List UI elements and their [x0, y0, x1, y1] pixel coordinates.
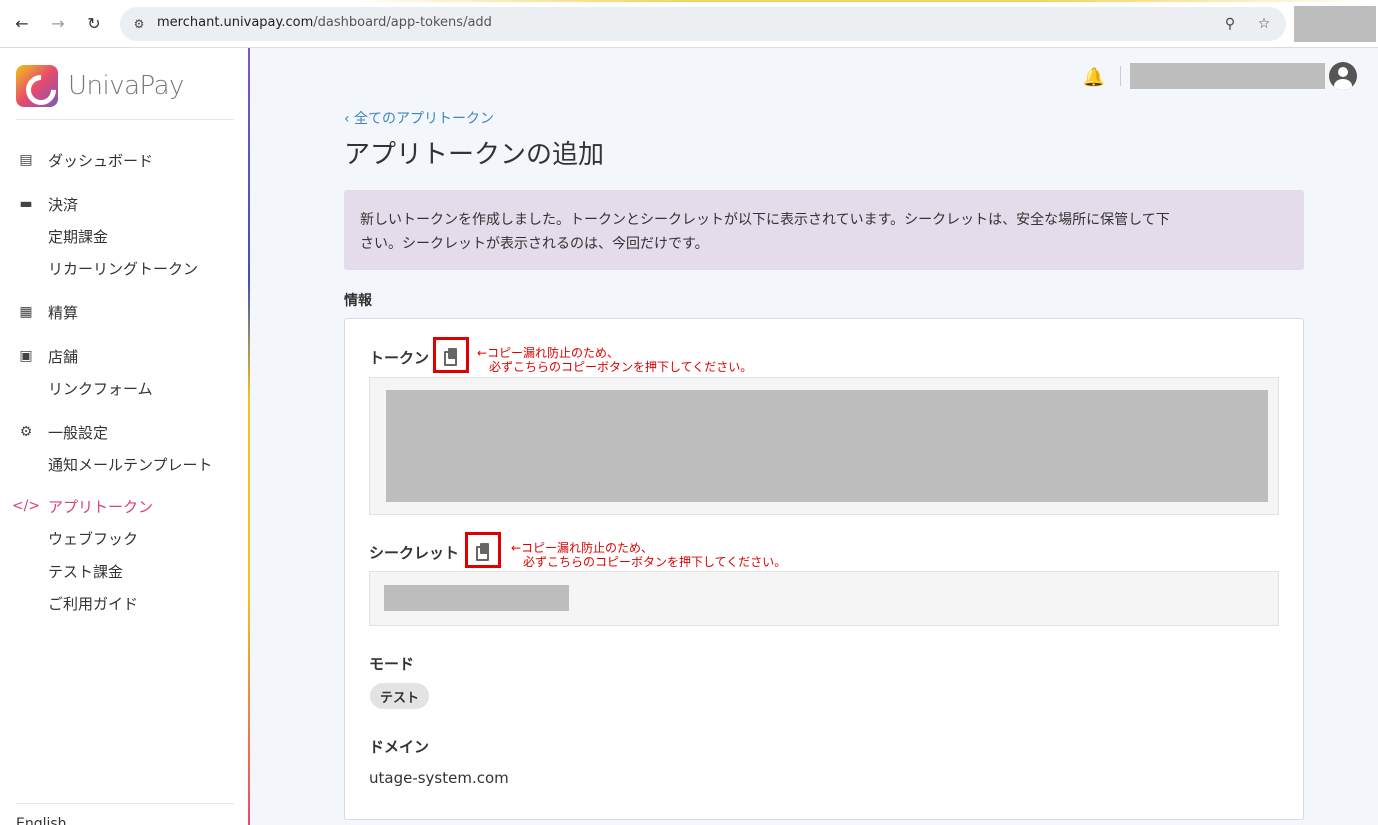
header-divider: [1120, 66, 1121, 86]
sidebar-subitem-usage-guide[interactable]: ご利用ガイド: [48, 591, 138, 615]
key-icon[interactable]: ⚲: [1220, 14, 1240, 34]
notice-line-1: 新しいトークンを作成しました。トークンとシークレットが以下に表示されています。シ…: [360, 212, 1170, 228]
annotation-line-1: ←コピー漏れ防止のため、: [477, 346, 620, 360]
sidebar-item-label: アプリトークン: [48, 497, 154, 516]
sidebar-subitem-email-templates[interactable]: 通知メールテンプレート: [48, 452, 213, 476]
secret-label: シークレット: [369, 544, 460, 562]
sidebar-divider-bottom: [16, 803, 234, 804]
token-copy-button[interactable]: [433, 337, 469, 373]
domain-label: ドメイン: [369, 738, 430, 756]
url-text[interactable]: merchant.univapay.com/dashboard/app-toke…: [157, 15, 492, 30]
sidebar-item-dashboard[interactable]: ▤ ダッシュボード: [16, 148, 153, 172]
sidebar-subitem-webhooks[interactable]: ウェブフック: [48, 526, 138, 550]
code-icon: </>: [11, 498, 41, 514]
back-arrow-icon[interactable]: ←: [11, 12, 33, 34]
success-notice: 新しいトークンを作成しました。トークンとシークレットが以下に表示されています。シ…: [344, 190, 1304, 270]
sidebar-item-label: 精算: [48, 303, 79, 322]
annotation-line-2: 必ずこちらのコピーボタンを押下してください。: [523, 555, 787, 569]
sidebar-subitem-link-form[interactable]: リンクフォーム: [48, 376, 153, 400]
brand-name: UnivaPay: [68, 71, 184, 101]
browser-toolbar: ← → ↻ ⚙ merchant.univapay.com/dashboard/…: [0, 0, 1378, 48]
star-icon[interactable]: ☆: [1254, 14, 1274, 34]
sidebar-gradient-edge: [248, 48, 250, 825]
sidebar: UnivaPay ▤ ダッシュボード ▬ 決済 定期課金 リカーリングトークン …: [0, 48, 250, 825]
token-value-redacted: [386, 390, 1268, 502]
address-bar[interactable]: ⚙ merchant.univapay.com/dashboard/app-to…: [120, 7, 1286, 41]
univapay-logo-icon: [16, 65, 58, 107]
annotation-line-2: 必ずこちらのコピーボタンを押下してください。: [489, 360, 753, 374]
url-path: /dashboard/app-tokens/add: [313, 15, 492, 30]
notice-line-2: さい。シークレットが表示されるのは、今回だけです。: [360, 236, 709, 252]
site-settings-icon[interactable]: ⚙: [130, 15, 148, 33]
sidebar-item-label: 一般設定: [48, 423, 109, 442]
reload-icon[interactable]: ↻: [83, 12, 105, 34]
brand-logo[interactable]: UnivaPay: [16, 65, 184, 107]
credit-card-icon: ▬: [19, 196, 33, 212]
gear-icon: ⚙: [19, 424, 33, 440]
sidebar-item-settlement[interactable]: ▦ 精算: [16, 300, 78, 324]
token-label: トークン: [369, 349, 430, 367]
url-host: merchant.univapay.com: [157, 15, 314, 30]
secret-value-redacted: [384, 585, 569, 611]
secret-copy-annotation: ←コピー漏れ防止のため、 必ずこちらのコピーボタンを押下してください。: [511, 541, 786, 569]
sidebar-item-label: ダッシュボード: [48, 151, 154, 170]
token-info-card: トークン ←コピー漏れ防止のため、 必ずこちらのコピーボタンを押下してください。…: [344, 318, 1304, 820]
secret-value-box[interactable]: [369, 571, 1279, 626]
sidebar-item-app-tokens[interactable]: </> アプリトークン: [11, 494, 154, 518]
language-switch[interactable]: English: [16, 816, 67, 825]
store-icon: ▣: [19, 348, 33, 364]
sidebar-item-general-settings[interactable]: ⚙ 一般設定: [16, 420, 108, 444]
sidebar-item-label: 店舗: [48, 347, 79, 366]
copy-icon: [444, 347, 458, 366]
sidebar-item-payments[interactable]: ▬ 決済: [16, 192, 78, 216]
user-name-redacted[interactable]: [1130, 63, 1325, 89]
bell-icon[interactable]: 🔔: [1083, 66, 1105, 88]
token-value-box[interactable]: [369, 377, 1279, 515]
token-copy-annotation: ←コピー漏れ防止のため、 必ずこちらのコピーボタンを押下してください。: [477, 346, 752, 374]
sidebar-subitem-recurring-tokens[interactable]: リカーリングトークン: [48, 256, 198, 280]
domain-value: utage-system.com: [369, 769, 509, 787]
profile-redacted: [1294, 6, 1376, 42]
mode-badge: テスト: [370, 683, 430, 709]
sidebar-divider-top: [16, 119, 234, 120]
forward-arrow-icon[interactable]: →: [47, 12, 69, 34]
secret-copy-button[interactable]: [465, 532, 501, 568]
receipt-icon: ▦: [19, 304, 33, 320]
copy-icon: [476, 542, 490, 561]
back-to-app-tokens-link[interactable]: ‹ 全てのアプリトークン: [344, 108, 494, 128]
bar-chart-icon: ▤: [19, 152, 33, 168]
section-title-info: 情報: [344, 293, 372, 309]
sidebar-item-label: 決済: [48, 195, 79, 214]
browser-top-accent: [0, 0, 1378, 2]
sidebar-subitem-subscriptions[interactable]: 定期課金: [48, 224, 108, 248]
mode-label: モード: [369, 655, 415, 673]
annotation-line-1: ←コピー漏れ防止のため、: [511, 541, 654, 555]
sidebar-subitem-test-charge[interactable]: テスト課金: [48, 559, 123, 583]
page-title: アプリトークンの追加: [344, 140, 605, 170]
sidebar-item-stores[interactable]: ▣ 店舗: [16, 344, 78, 368]
avatar[interactable]: [1329, 62, 1357, 90]
